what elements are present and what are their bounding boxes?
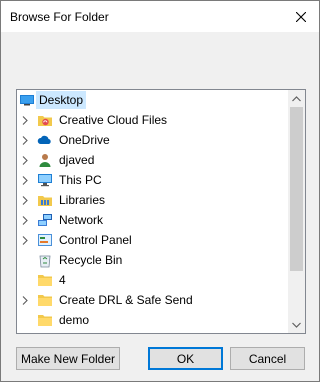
tree-item-libraries[interactable]: Libraries: [17, 190, 288, 210]
desktop-icon: [19, 92, 35, 108]
chevron-down-icon: [292, 322, 301, 328]
tree-item-highlight: Recycle Bin: [56, 251, 125, 269]
scroll-up-button[interactable]: [288, 90, 305, 107]
folder-tree-rows: Desktop Creative Cloud Files OneDrive djave…: [17, 90, 288, 330]
tree-item-label: Desktop: [39, 93, 84, 107]
chevron-right-icon: [22, 215, 28, 225]
close-icon: [296, 11, 306, 22]
chevron-right-icon: [22, 175, 28, 185]
tree-item-highlight: Desktop: [36, 91, 87, 109]
folder-tree[interactable]: Desktop Creative Cloud Files OneDrive djave…: [16, 89, 306, 334]
folder-icon: [37, 292, 53, 308]
tree-item-highlight: Create DRL & Safe Send: [56, 291, 196, 309]
user-folder-icon: [37, 152, 53, 168]
tree-item-control-panel[interactable]: Control Panel: [17, 230, 288, 250]
close-button[interactable]: [283, 1, 319, 32]
expand-toggle[interactable]: [20, 235, 30, 245]
tree-item-djaved[interactable]: djaved: [17, 150, 288, 170]
expand-toggle[interactable]: [20, 215, 30, 225]
network-icon: [37, 212, 53, 228]
scroll-down-button[interactable]: [288, 316, 305, 333]
vertical-scrollbar[interactable]: [288, 90, 305, 333]
tree-item-label: Network: [59, 213, 104, 227]
chevron-right-icon: [22, 135, 28, 145]
tree-item-onedrive[interactable]: OneDrive: [17, 130, 288, 150]
tree-item-creative-cloud-files[interactable]: Creative Cloud Files: [17, 110, 288, 130]
chevron-up-icon: [292, 95, 301, 101]
chevron-right-icon: [22, 155, 28, 165]
expand-toggle[interactable]: [20, 155, 30, 165]
tree-item-label: Recycle Bin: [59, 253, 123, 267]
tree-item-highlight: Network: [56, 211, 106, 229]
scroll-thumb[interactable]: [290, 107, 303, 271]
creative-cloud-folder-icon: [37, 112, 53, 128]
make-new-folder-button[interactable]: Make New Folder: [16, 347, 120, 370]
tree-item-label: Creative Cloud Files: [59, 113, 168, 127]
dialog-title: Browse For Folder: [10, 10, 109, 24]
folder-icon: [37, 272, 53, 288]
ok-button[interactable]: OK: [148, 347, 223, 370]
tree-item-highlight: djaved: [56, 151, 97, 169]
browse-for-folder-dialog: Browse For Folder Desktop Creative Cloud …: [0, 0, 320, 382]
tree-item-label: Create DRL & Safe Send: [59, 293, 193, 307]
tree-item-label: demo: [59, 313, 90, 327]
tree-item-label: djaved: [59, 153, 95, 167]
tree-item-label: OneDrive: [59, 133, 110, 147]
expand-toggle[interactable]: [20, 115, 30, 125]
expand-toggle[interactable]: [20, 295, 30, 305]
tree-item-label: Control Panel: [59, 233, 132, 247]
onedrive-cloud-icon: [37, 132, 53, 148]
tree-item-highlight: OneDrive: [56, 131, 113, 149]
tree-item-demo[interactable]: demo: [17, 310, 288, 330]
chevron-right-icon: [22, 295, 28, 305]
expand-toggle[interactable]: [20, 175, 30, 185]
chevron-right-icon: [22, 115, 28, 125]
control-panel-icon: [37, 232, 53, 248]
tree-item-network[interactable]: Network: [17, 210, 288, 230]
cancel-button[interactable]: Cancel: [230, 347, 305, 370]
tree-item-highlight: Creative Cloud Files: [56, 111, 170, 129]
tree-item-highlight: This PC: [56, 171, 105, 189]
tree-item-label: Libraries: [59, 193, 106, 207]
tree-item-highlight: demo: [56, 311, 92, 329]
title-bar: Browse For Folder: [1, 1, 319, 32]
libraries-icon: [37, 192, 53, 208]
tree-item-label: 4: [59, 273, 66, 287]
chevron-right-icon: [22, 235, 28, 245]
tree-item-label: This PC: [59, 173, 102, 187]
recycle-bin-icon: [37, 252, 53, 268]
tree-item-highlight: 4: [56, 271, 69, 289]
computer-icon: [37, 172, 53, 188]
tree-item-create-drl-safe-send[interactable]: Create DRL & Safe Send: [17, 290, 288, 310]
tree-item-highlight: Libraries: [56, 191, 108, 209]
tree-item-desktop[interactable]: Desktop: [17, 90, 288, 110]
tree-item-4[interactable]: 4: [17, 270, 288, 290]
tree-item-this-pc[interactable]: This PC: [17, 170, 288, 190]
chevron-right-icon: [22, 195, 28, 205]
expand-toggle[interactable]: [20, 135, 30, 145]
expand-toggle[interactable]: [20, 195, 30, 205]
folder-icon: [37, 312, 53, 328]
tree-item-recycle-bin[interactable]: Recycle Bin: [17, 250, 288, 270]
tree-item-highlight: Control Panel: [56, 231, 135, 249]
